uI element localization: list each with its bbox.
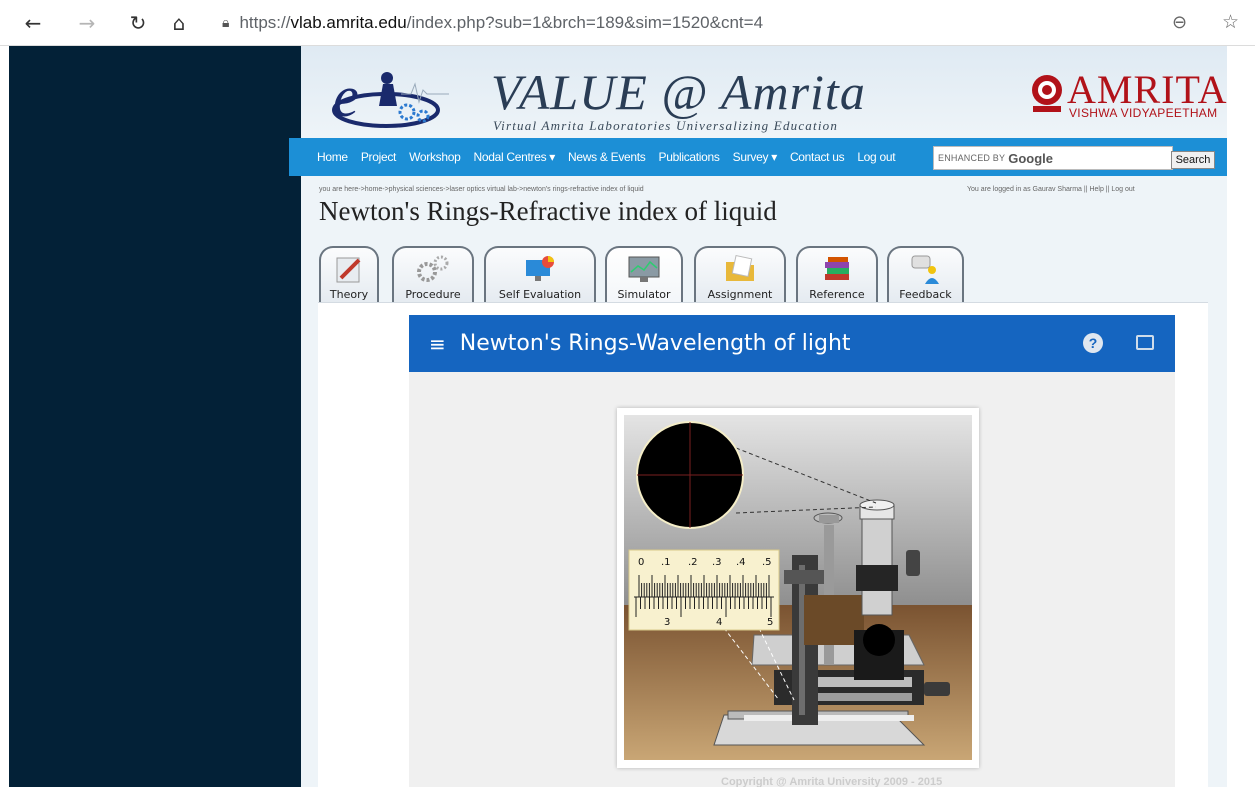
tab-label: Procedure — [405, 288, 461, 301]
svg-text:4: 4 — [716, 617, 722, 628]
svg-text:3: 3 — [664, 617, 670, 628]
search-button[interactable]: Search — [1171, 151, 1215, 169]
tab-label: Assignment — [707, 288, 773, 301]
hamburger-menu-icon[interactable]: ≡ — [429, 332, 446, 356]
nav-news-events[interactable]: News & Events — [568, 150, 646, 164]
svg-text:0: 0 — [638, 557, 644, 568]
e-logo-icon[interactable]: e — [331, 64, 451, 134]
favorites-icon[interactable]: ☆ — [1222, 11, 1239, 33]
svg-text:e: e — [333, 64, 359, 129]
simulator-app-bar: ≡ Newton's Rings-Wavelength of light ? — [409, 315, 1175, 372]
tab-procedure[interactable]: Procedure — [392, 246, 474, 304]
feedback-icon — [911, 255, 939, 284]
site-container: e VALUE @ Amrita Virtual Amrita Laborato… — [289, 46, 1227, 787]
page-margin-right — [1227, 46, 1255, 787]
nav-project[interactable]: Project — [361, 150, 397, 164]
simulator-stage: 0 .1 .2 .3 .4 .5 3 4 5 Copyright @ Amrit… — [409, 372, 1175, 787]
pencil-icon — [336, 257, 361, 283]
simulator-frame: 0 .1 .2 .3 .4 .5 3 4 5 — [617, 408, 979, 768]
amrita-seal-icon — [1032, 75, 1062, 112]
search-prefix: ENHANCED BY — [938, 153, 1006, 163]
svg-text:.3: .3 — [712, 557, 722, 568]
nav-publications[interactable]: Publications — [659, 150, 720, 164]
folder-icon — [726, 254, 754, 281]
tab-label: Self Evaluation — [498, 288, 582, 301]
tab-self-evaluation[interactable]: Self Evaluation — [484, 246, 596, 304]
tab-simulator[interactable]: Simulator — [605, 246, 683, 304]
svg-text:5: 5 — [767, 617, 773, 628]
page-title: Newton's Rings-Refractive index of liqui… — [319, 196, 777, 226]
back-arrow-icon[interactable]: ← — [20, 10, 46, 36]
tab-theory[interactable]: Theory — [319, 246, 379, 304]
browser-toolbar: ← → ↻ ⌂ 🔒︎ https://vlab.amrita.edu/index… — [0, 0, 1255, 46]
home-icon[interactable]: ⌂ — [166, 10, 192, 36]
address-bar[interactable]: 🔒︎ https://vlab.amrita.edu/index.php?sub… — [222, 10, 1182, 36]
forward-arrow-icon[interactable]: → — [74, 10, 100, 36]
books-icon — [825, 257, 849, 280]
login-info[interactable]: You are logged in as Gaurav Sharma || He… — [967, 186, 1135, 193]
simulator-title: Newton's Rings-Wavelength of light — [459, 331, 851, 356]
gears-icon — [417, 255, 449, 282]
search-brand: Google — [1008, 150, 1053, 166]
nav-home[interactable]: Home — [317, 150, 348, 164]
svg-text:.2: .2 — [688, 557, 698, 568]
zoom-out-icon[interactable]: ⊖ — [1172, 12, 1187, 33]
tab-feedback[interactable]: Feedback — [887, 246, 964, 304]
refresh-icon[interactable]: ↻ — [125, 10, 151, 36]
svg-text:.5: .5 — [762, 557, 772, 568]
site-subtitle: Virtual Amrita Laboratories Universalizi… — [493, 118, 839, 133]
tab-assignment[interactable]: Assignment — [694, 246, 786, 304]
monitor-chart-icon — [526, 256, 554, 281]
tab-label: Theory — [329, 288, 369, 301]
breadcrumb[interactable]: you are here->home->physical sciences->l… — [319, 186, 644, 193]
newtons-rings-apparatus[interactable]: 0 .1 .2 .3 .4 .5 3 4 5 — [624, 415, 972, 760]
nav-log-out[interactable]: Log out — [857, 150, 895, 164]
tab-label: Simulator — [617, 288, 671, 301]
svg-text:.1: .1 — [661, 557, 671, 568]
main-nav: Home Project Workshop Nodal Centres ▾ Ne… — [289, 138, 1227, 176]
tab-reference[interactable]: Reference — [796, 246, 878, 304]
nav-survey[interactable]: Survey ▾ — [733, 150, 778, 164]
brand-name: AMRITA — [1067, 67, 1228, 112]
tab-label: Feedback — [899, 288, 952, 301]
site-header: e VALUE @ Amrita Virtual Amrita Laborato… — [301, 46, 1227, 138]
fullscreen-icon[interactable] — [1136, 335, 1154, 350]
copyright-text: Copyright @ Amrita University 2009 - 201… — [721, 776, 943, 787]
lock-icon[interactable]: 🔒︎ — [222, 15, 229, 31]
tab-label: Reference — [809, 288, 865, 301]
monitor-icon — [628, 256, 660, 282]
svg-text:.4: .4 — [736, 557, 746, 568]
url-text[interactable]: https://vlab.amrita.edu/index.php?sub=1&… — [239, 13, 763, 33]
help-icon[interactable]: ? — [1083, 333, 1103, 353]
brand-subtitle: VISHWA VIDYAPEETHAM — [1069, 106, 1218, 120]
nav-contact-us[interactable]: Contact us — [790, 150, 845, 164]
site-title: VALUE @ Amrita — [491, 64, 866, 120]
page-margin-left — [0, 46, 9, 787]
amrita-brand[interactable]: AMRITA VISHWA VIDYAPEETHAM — [1029, 68, 1227, 120]
nav-nodal-centres[interactable]: Nodal Centres ▾ — [473, 150, 555, 164]
nav-workshop[interactable]: Workshop — [409, 150, 461, 164]
search-input[interactable]: ENHANCED BY Google — [933, 146, 1173, 170]
